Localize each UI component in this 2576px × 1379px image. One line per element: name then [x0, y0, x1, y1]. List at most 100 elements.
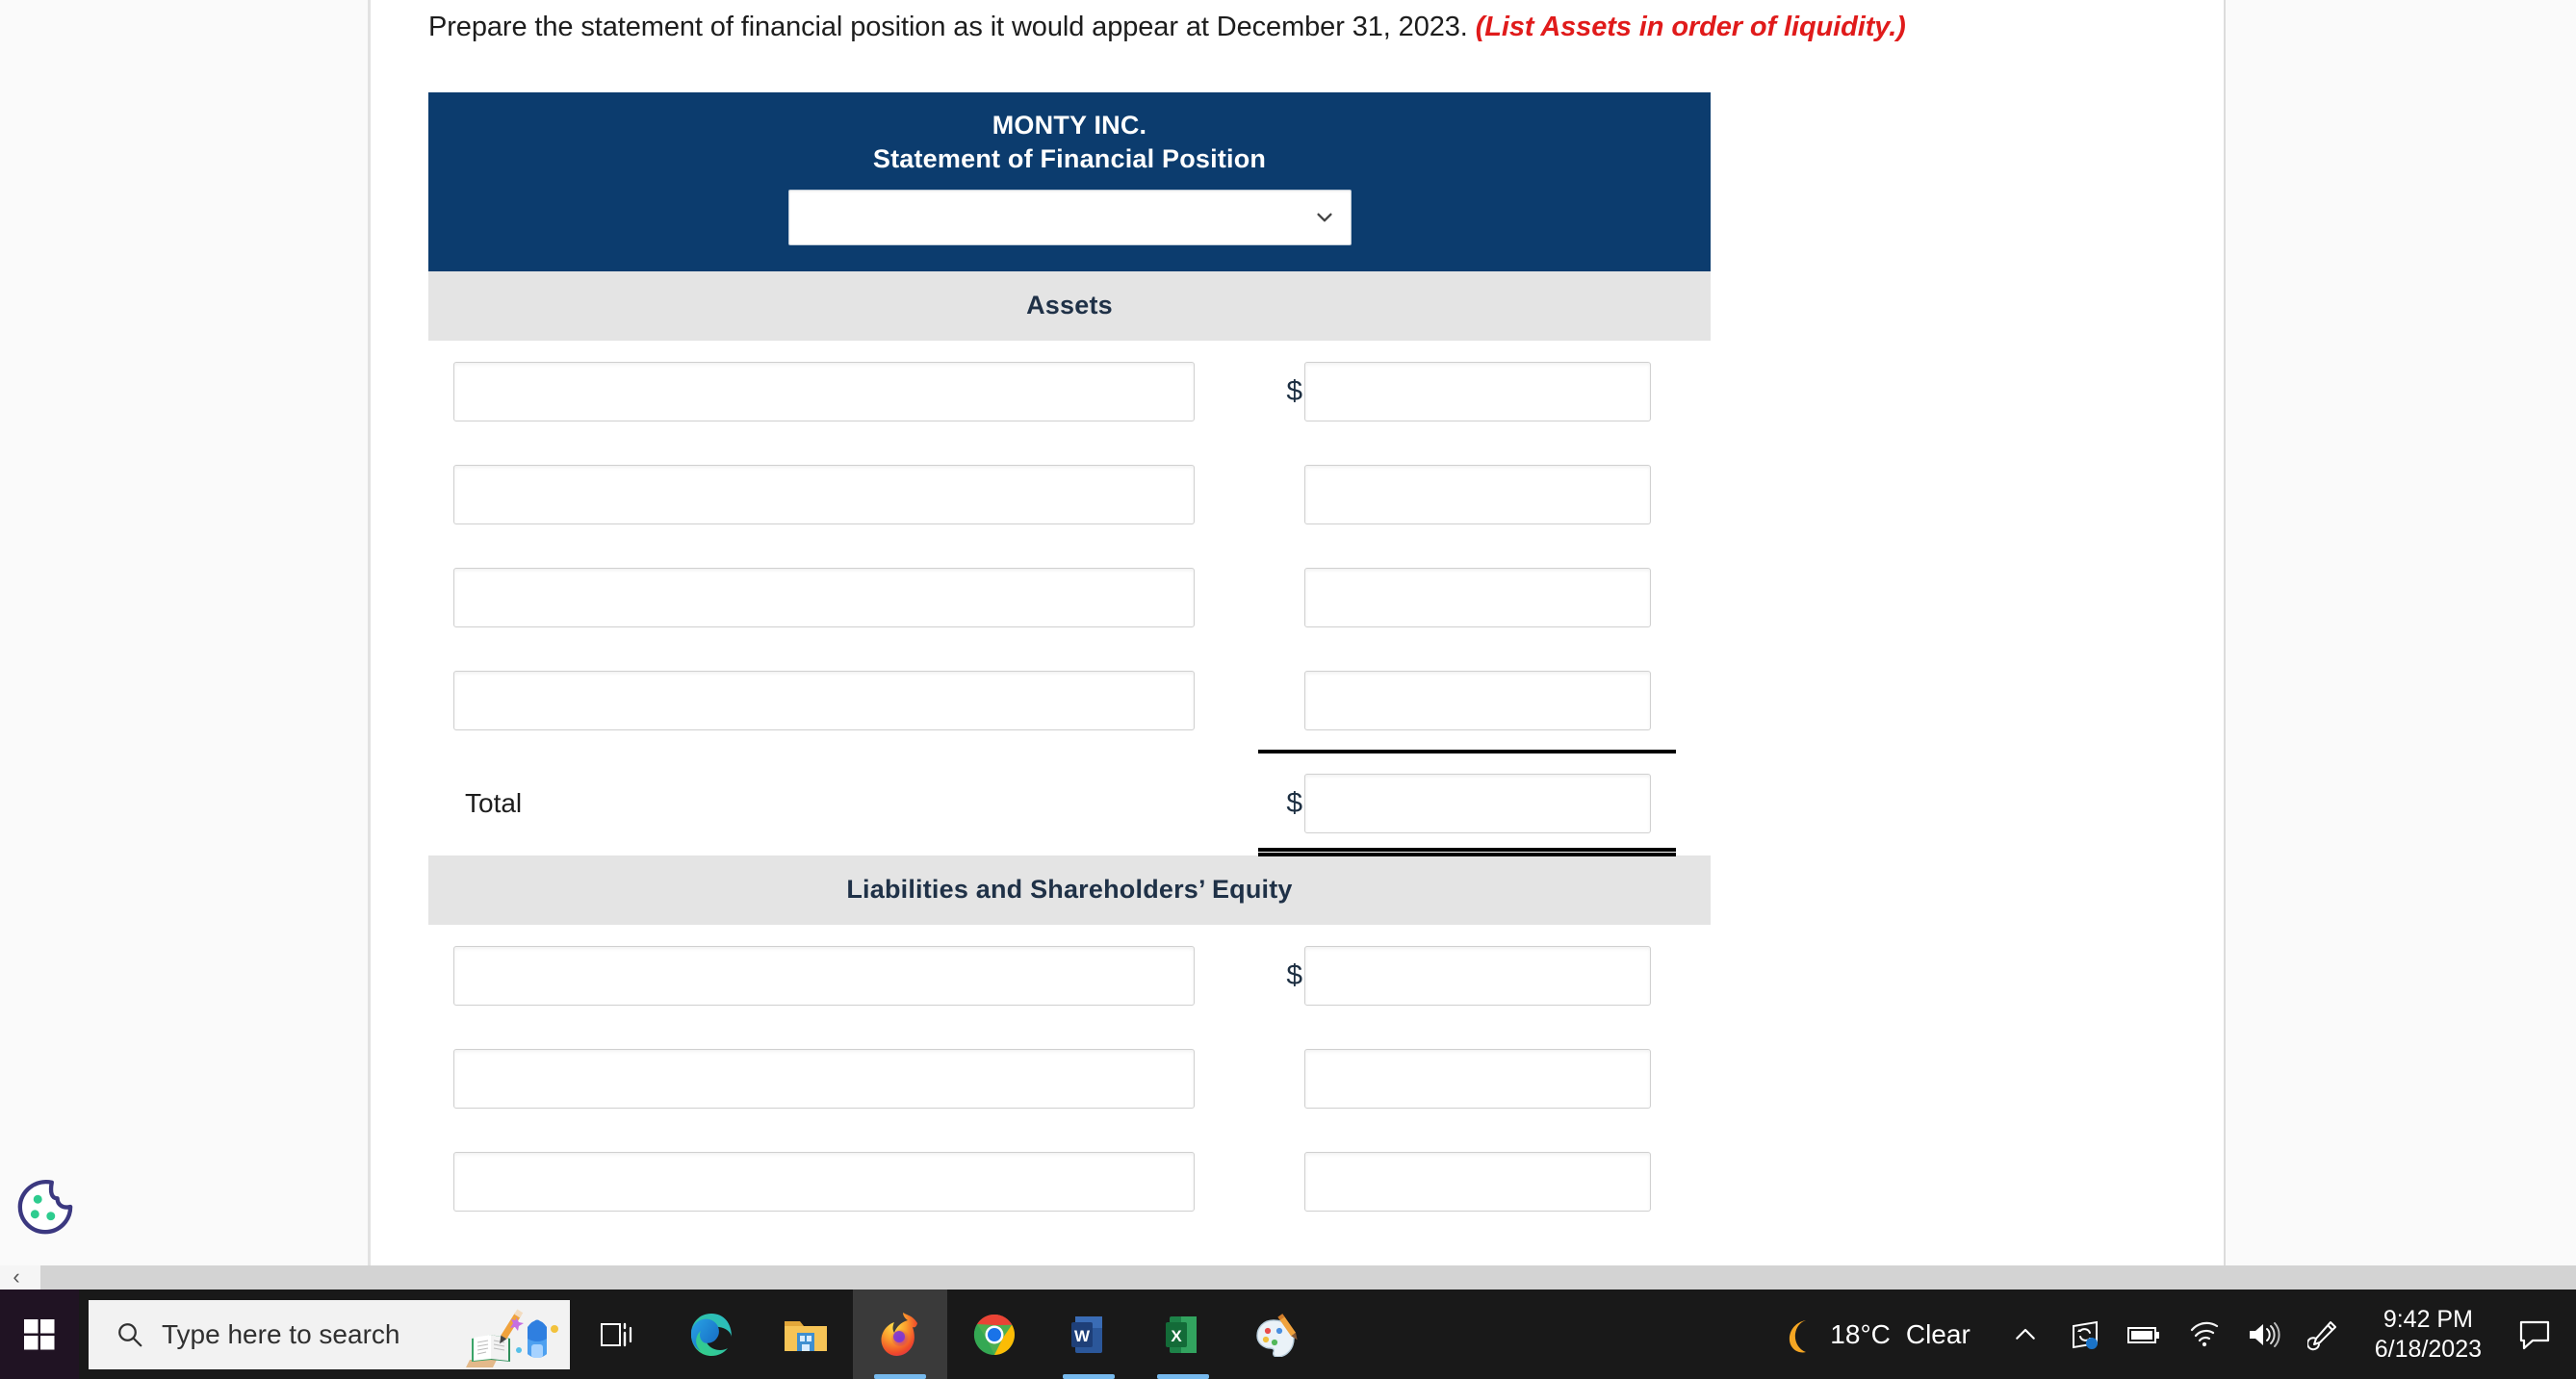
table-row [428, 1028, 1711, 1131]
moon-icon [1790, 1319, 1807, 1352]
horizontal-scrollbar[interactable]: ‹ [0, 1265, 2576, 1290]
paint-icon [1256, 1313, 1298, 1357]
asset-amount-input-2[interactable] [1304, 464, 1651, 524]
liability-label-input-3[interactable] [453, 1151, 1195, 1212]
liability-label-cell-2 [453, 1048, 1195, 1109]
firefox-icon [881, 1312, 917, 1356]
assets-total-label: Total [465, 787, 523, 818]
taskbar-app-file-explorer[interactable] [759, 1290, 853, 1379]
search-placeholder: Type here to search [162, 1318, 400, 1349]
liability-label-input-1[interactable] [453, 945, 1195, 1006]
onedrive-sync-icon [2072, 1320, 2098, 1349]
table-row [428, 1131, 1711, 1234]
liability-amount-input-1[interactable] [1304, 945, 1651, 1006]
task-view-button[interactable] [570, 1290, 664, 1379]
battery-tray-button[interactable] [2115, 1290, 2175, 1379]
company-name: MONTY INC. [992, 111, 1147, 140]
app-running-indicator [874, 1374, 926, 1379]
section-header-liabilities-label: Liabilities and Shareholders’ Equity [846, 875, 1293, 905]
asset-label-input-4[interactable] [453, 670, 1195, 730]
clock-date: 6/18/2023 [2374, 1335, 2482, 1363]
windows-taskbar: Type here to search W X 18°C Clear 9:42 … [0, 1290, 2576, 1379]
page-content: Prepare the statement of financial posit… [371, 0, 2224, 1290]
assets-total-amount-cell [1304, 773, 1651, 833]
table-row-total: Total $ [428, 753, 1711, 856]
assets-total-amount-input[interactable] [1304, 773, 1651, 833]
section-header-assets: Assets [428, 270, 1711, 341]
table-row [428, 444, 1711, 547]
asset-amount-input-4[interactable] [1304, 670, 1651, 730]
asset-label-input-3[interactable] [453, 567, 1195, 627]
dollar-sign-liabilities-1: $ [1286, 958, 1302, 991]
asset-label-cell-3 [453, 567, 1195, 627]
date-select[interactable] [787, 189, 1352, 245]
taskbar-app-microsoft-word[interactable]: W [1042, 1290, 1136, 1379]
onedrive-tray-button[interactable] [2055, 1290, 2115, 1379]
asset-amount-input-3[interactable] [1304, 567, 1651, 627]
asset-amount-cell-4 [1304, 670, 1651, 730]
edge-icon [691, 1313, 732, 1356]
asset-label-input-1[interactable] [453, 361, 1195, 421]
search-input[interactable]: Type here to search [89, 1299, 570, 1369]
asset-amount-cell-2 [1304, 464, 1651, 524]
taskbar-app-paint-3d[interactable] [1230, 1290, 1325, 1379]
liabilities-rows: $ [428, 925, 1711, 1234]
liability-label-input-2[interactable] [453, 1048, 1195, 1109]
excel-icon: X [1166, 1315, 1197, 1353]
financial-statement-table: MONTY INC. Statement of Financial Positi… [428, 92, 1711, 1234]
weather-widget[interactable]: 18°C Clear [1751, 1290, 1995, 1379]
pen-tray-button[interactable] [2294, 1290, 2354, 1379]
wifi-icon [2190, 1321, 2218, 1346]
speech-bubble-icon [2519, 1320, 2550, 1349]
clock-time: 9:42 PM [2383, 1305, 2473, 1333]
scrollbar-track[interactable] [40, 1265, 2576, 1290]
battery-icon [2126, 1326, 2159, 1343]
assets-total-label-cell: Total [453, 774, 1195, 833]
system-tray: 18°C Clear 9:42 PM 6/18/2023 [1751, 1290, 2576, 1379]
action-center-button[interactable] [2503, 1290, 2566, 1379]
total-double-rule-assets [1258, 847, 1676, 856]
cookie-consent-button[interactable] [14, 1177, 74, 1237]
taskbar-app-firefox[interactable] [853, 1290, 947, 1379]
asset-label-input-2[interactable] [453, 464, 1195, 524]
chevron-left-icon[interactable]: ‹ [6, 1266, 27, 1289]
file-explorer-icon [785, 1320, 827, 1351]
dollar-sign-assets-4 [1275, 671, 1302, 730]
screen: Prepare the statement of financial posit… [0, 0, 2576, 1379]
content-border-right [2224, 0, 2226, 1290]
cookie-icon [17, 1179, 73, 1235]
network-tray-button[interactable] [2175, 1290, 2234, 1379]
dollar-sign-assets-1: $ [1286, 374, 1302, 407]
asset-amount-input-1[interactable] [1304, 361, 1651, 421]
volume-tray-button[interactable] [2234, 1290, 2294, 1379]
clock[interactable]: 9:42 PM 6/18/2023 [2354, 1290, 2503, 1379]
dollar-sign-assets-2 [1275, 465, 1302, 524]
windows-start-icon [24, 1318, 55, 1349]
chevron-up-icon [2015, 1328, 2035, 1340]
task-view-icon [601, 1322, 632, 1346]
asset-amount-cell-3 [1304, 567, 1651, 627]
table-row [428, 547, 1711, 650]
page-gutter-left [0, 0, 369, 1290]
liability-label-cell-3 [453, 1151, 1195, 1212]
prompt-hint: (List Assets in order of liquidity.) [1475, 12, 1906, 42]
start-button[interactable] [0, 1290, 79, 1379]
liability-amount-input-2[interactable] [1304, 1048, 1651, 1109]
taskbar-app-microsoft-edge[interactable] [664, 1290, 759, 1379]
asset-label-cell-4 [453, 670, 1195, 730]
page-gutter-right [2226, 0, 2576, 1290]
chrome-icon [973, 1314, 1015, 1355]
taskbar-app-microsoft-excel[interactable]: X [1136, 1290, 1230, 1379]
dollar-sign-liabilities-3 [1275, 1152, 1302, 1212]
taskbar-app-google-chrome[interactable] [947, 1290, 1042, 1379]
weather-temperature: 18°C [1830, 1318, 1891, 1349]
show-hidden-icons-button[interactable] [1996, 1290, 2055, 1379]
dollar-sign-liabilities-2 [1275, 1049, 1302, 1109]
table-row [428, 650, 1711, 753]
table-row: $ [428, 925, 1711, 1028]
table-row: $ [428, 341, 1711, 444]
section-header-assets-label: Assets [1026, 291, 1113, 320]
asset-label-cell-1 [453, 361, 1195, 421]
liability-amount-input-3[interactable] [1304, 1151, 1651, 1212]
dollar-sign-assets-total: $ [1286, 786, 1302, 819]
